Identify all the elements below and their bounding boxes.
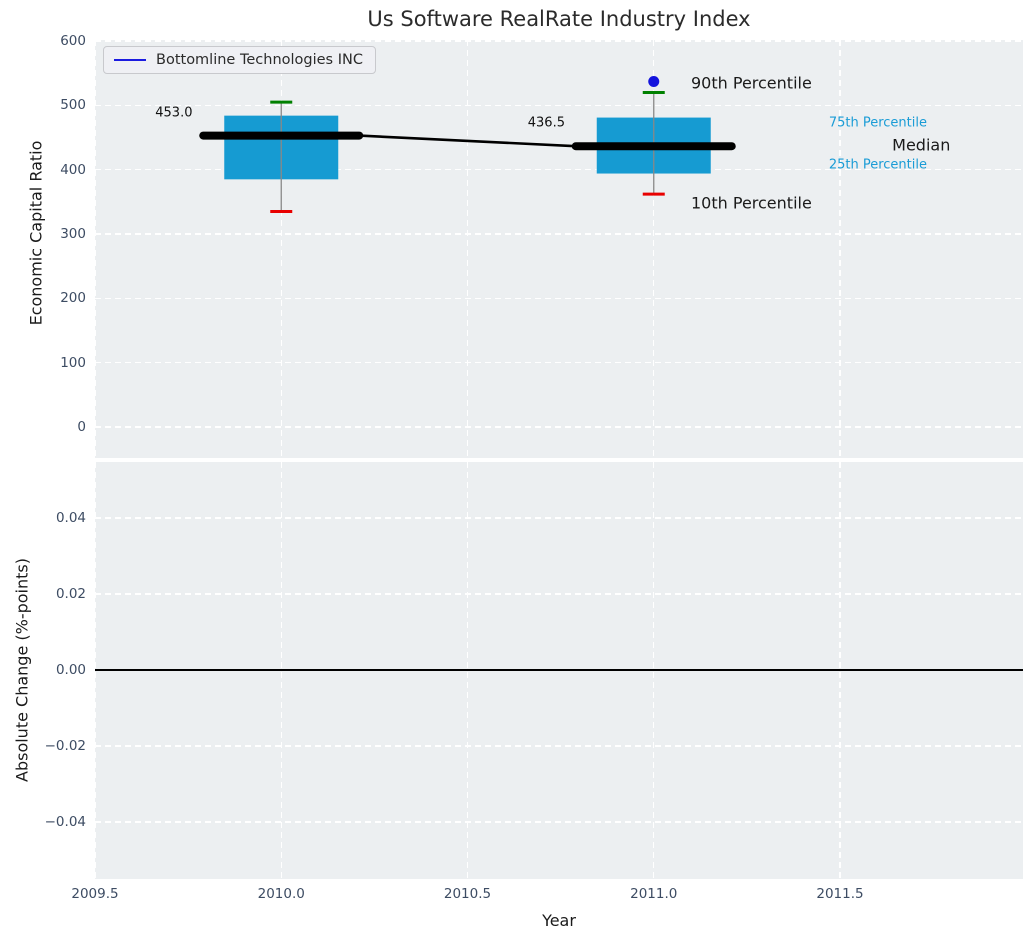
median-value-label: 453.0 (155, 105, 193, 121)
percentile-annotation: 10th Percentile (691, 193, 812, 213)
percentile-annotation: 75th Percentile (828, 115, 927, 131)
y-tick-label: −0.04 (44, 814, 86, 830)
bottom-plot-area (94, 462, 1023, 879)
y-tick-label: 300 (60, 226, 86, 242)
y-tick-label: 0.00 (55, 662, 86, 678)
y-tick-label: 200 (60, 290, 86, 307)
y-tick-label: 600 (60, 33, 86, 50)
gridline-horizontal (95, 517, 1023, 519)
x-tick-label: 2009.5 (71, 886, 119, 902)
legend: Bottomline Technologies INC (103, 46, 376, 74)
boxplot-layer (199, 76, 736, 213)
legend-label: Bottomline Technologies INC (156, 52, 363, 68)
y-tick-label: −0.02 (44, 738, 86, 754)
y-tick-label: 100 (60, 354, 86, 371)
figure: Us Software RealRate Industry Index Econ… (0, 0, 1034, 942)
median-value-label: 436.5 (527, 115, 565, 131)
zero-reference-line (95, 669, 1023, 671)
percentile-annotation: Median (892, 135, 951, 155)
outlier-dot (648, 76, 660, 88)
x-tick-label: 2010.5 (443, 886, 492, 902)
x-tick-label: 2011.0 (630, 886, 678, 902)
y-tick-label: 0 (77, 419, 86, 435)
y-tick-label: 0.02 (55, 586, 86, 602)
percentile-annotation: 25th Percentile (828, 157, 927, 173)
gridline-horizontal (95, 821, 1023, 823)
legend-line-sample-icon (114, 59, 146, 61)
chart-title: Us Software RealRate Industry Index (367, 7, 751, 31)
company-connector-line (359, 134, 576, 148)
percentile-annotation: 90th Percentile (691, 73, 812, 93)
y-tick-label: 400 (60, 161, 86, 178)
x-tick-label: 2011.5 (816, 886, 864, 902)
y-tick-label: 0.04 (55, 510, 86, 526)
gridline-horizontal (95, 745, 1023, 747)
gridline-horizontal (95, 593, 1023, 595)
x-tick-label: 2010.0 (257, 886, 305, 902)
top-plot-area (94, 40, 1023, 458)
x-axis-label: Year (542, 911, 576, 930)
y-tick-label: 500 (60, 97, 86, 114)
